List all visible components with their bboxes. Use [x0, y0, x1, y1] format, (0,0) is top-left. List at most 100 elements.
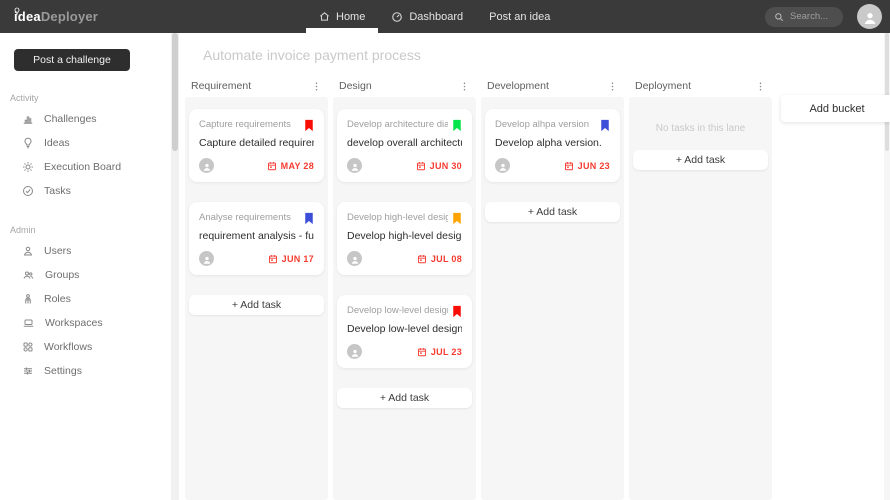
sidebar-item-label: Execution Board	[44, 161, 121, 173]
sidebar-item-label: Roles	[44, 293, 71, 305]
task-card[interactable]: Develop low-level design... Develop low-…	[337, 295, 472, 368]
activity-section-label: Activity	[10, 93, 171, 103]
sidebar-scrollbar-thumb[interactable]	[172, 33, 178, 151]
due-date: JUN 30	[416, 161, 462, 171]
board-column: Development Develop alhpa version Develo…	[481, 75, 624, 500]
sidebar-item-users[interactable]: Users	[0, 239, 171, 263]
column-title: Requirement	[191, 80, 251, 92]
calendar-icon	[417, 254, 427, 264]
column-menu-button[interactable]	[605, 79, 620, 94]
workflow-icon	[22, 341, 34, 353]
sidebar-item-label: Workspaces	[45, 317, 103, 329]
person-icon	[498, 162, 508, 172]
lightbulb-icon	[13, 2, 21, 20]
column-menu-button[interactable]	[309, 79, 324, 94]
task-title: Develop alhpa version	[495, 119, 589, 130]
sidebar-item-roles[interactable]: Roles	[0, 287, 171, 311]
nav-item-label: Post an idea	[489, 11, 550, 23]
task-card[interactable]: Capture requirements Capture detailed re…	[189, 109, 324, 182]
search-box[interactable]	[765, 7, 843, 27]
assignee-avatar[interactable]	[347, 251, 362, 266]
assignee-avatar[interactable]	[347, 158, 362, 173]
task-card[interactable]: Develop high-level desig... Develop high…	[337, 202, 472, 275]
sidebar-item-label: Settings	[44, 365, 82, 377]
sidebar-item-workflows[interactable]: Workflows	[0, 335, 171, 359]
sidebar: Post a challenge Activity Challenges Ide…	[0, 33, 171, 500]
add-task-button[interactable]: + Add task	[189, 295, 324, 315]
assignee-avatar[interactable]	[199, 158, 214, 173]
bookmark-icon	[452, 212, 462, 225]
kebab-menu-icon	[607, 81, 618, 92]
group-icon	[22, 269, 35, 281]
task-description: Develop alpha version.	[495, 137, 610, 149]
assignee-avatar[interactable]	[199, 251, 214, 266]
user-icon	[22, 245, 34, 257]
sidebar-item-ideas[interactable]: Ideas	[0, 131, 171, 155]
sidebar-item-tasks[interactable]: Tasks	[0, 179, 171, 203]
person-icon	[202, 255, 212, 265]
search-input[interactable]	[790, 11, 840, 22]
calendar-icon	[564, 161, 574, 171]
sidebar-item-label: Groups	[45, 269, 79, 281]
task-title: Develop low-level design...	[347, 305, 448, 316]
column-header: Requirement	[185, 75, 328, 97]
add-task-button[interactable]: + Add task	[485, 202, 620, 222]
sidebar-item-label: Workflows	[44, 341, 92, 353]
board-columns: Requirement Capture requirements Capture…	[185, 75, 884, 500]
task-due-date: JUL 08	[431, 254, 462, 264]
post-challenge-button[interactable]: Post a challenge	[14, 49, 130, 71]
empty-lane-text: No tasks in this lane	[633, 109, 768, 150]
due-date: JUN 23	[564, 161, 610, 171]
board-column: Requirement Capture requirements Capture…	[185, 75, 328, 500]
column-menu-button[interactable]	[457, 79, 472, 94]
main-scrollbar-thumb[interactable]	[885, 33, 889, 151]
add-bucket-button[interactable]: Add bucket	[781, 95, 890, 122]
column-menu-button[interactable]	[753, 79, 768, 94]
gear-icon	[22, 161, 34, 173]
sidebar-item-label: Tasks	[44, 185, 71, 197]
task-card[interactable]: Analyse requirements requirement analysi…	[189, 202, 324, 275]
task-card[interactable]: Develop architecture dia... develop over…	[337, 109, 472, 182]
task-title: Analyse requirements	[199, 212, 291, 223]
assignee-avatar[interactable]	[347, 344, 362, 359]
sidebar-item-groups[interactable]: Groups	[0, 263, 171, 287]
task-due-date: JUN 23	[578, 161, 610, 171]
person-icon	[202, 162, 212, 172]
kebab-menu-icon	[755, 81, 766, 92]
task-card[interactable]: Develop alhpa version Develop alpha vers…	[485, 109, 620, 182]
calendar-icon	[267, 161, 277, 171]
nav-item-home[interactable]: Home	[306, 0, 378, 33]
bookmark-icon	[452, 305, 462, 318]
user-avatar[interactable]	[857, 4, 882, 29]
column-header: Development	[481, 75, 624, 97]
bar-chart-icon	[22, 113, 34, 125]
bookmark-icon	[600, 119, 610, 132]
bookmark-icon	[304, 212, 314, 225]
due-date: JUL 08	[417, 254, 462, 264]
sidebar-item-execution-board[interactable]: Execution Board	[0, 155, 171, 179]
add-task-button[interactable]: + Add task	[337, 388, 472, 408]
sidebar-item-label: Users	[44, 245, 71, 257]
bookmark-icon	[304, 119, 314, 132]
calendar-icon	[416, 161, 426, 171]
task-description: requirement analysis - functi..	[199, 230, 314, 242]
task-description: Develop low-level design docu...	[347, 323, 462, 335]
task-description: develop overall architecture ...	[347, 137, 462, 149]
add-task-button[interactable]: + Add task	[633, 150, 768, 170]
bookmark-icon	[452, 119, 462, 132]
task-due-date: MAY 28	[281, 161, 314, 171]
sidebar-item-workspaces[interactable]: Workspaces	[0, 311, 171, 335]
logo-text-2: Deployer	[41, 9, 98, 24]
task-description: Capture detailed requirements	[199, 137, 314, 149]
nav-item-dashboard[interactable]: Dashboard	[378, 0, 476, 33]
person-icon	[862, 10, 878, 26]
sidebar-scrollbar[interactable]	[171, 33, 179, 500]
assignee-avatar[interactable]	[495, 158, 510, 173]
nav-item-post-an-idea[interactable]: Post an idea	[476, 0, 563, 33]
app-logo[interactable]: idea Deployer	[14, 9, 98, 24]
role-icon	[22, 293, 34, 305]
sidebar-item-label: Challenges	[44, 113, 97, 125]
lane: No tasks in this lane + Add task	[629, 97, 772, 500]
sidebar-item-challenges[interactable]: Challenges	[0, 107, 171, 131]
sidebar-item-settings[interactable]: Settings	[0, 359, 171, 383]
